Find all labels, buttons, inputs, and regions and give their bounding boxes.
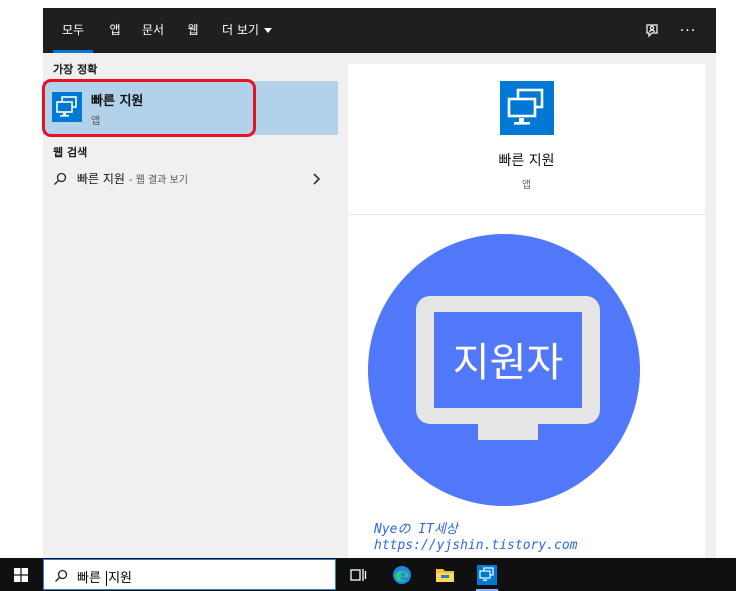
- best-match-heading: 가장 정확: [53, 63, 98, 76]
- tab-more-label: 더 보기: [222, 23, 259, 37]
- highlight-annotation: [42, 79, 256, 137]
- watermark-url: https://yjshin.tistory.com: [374, 538, 578, 553]
- edge-icon[interactable]: [385, 558, 419, 591]
- quick-assist-large-icon: [500, 81, 554, 135]
- tab-more[interactable]: 더 보기: [217, 8, 277, 53]
- web-search-result[interactable]: 빠른 지원 - 웹 결과 보기: [43, 167, 338, 191]
- file-explorer-icon[interactable]: [428, 558, 462, 591]
- tab-documents[interactable]: 문서: [138, 8, 168, 53]
- tab-all[interactable]: 모두: [53, 8, 93, 53]
- search-value-part1: 빠른: [77, 571, 106, 586]
- search-icon: [53, 171, 67, 190]
- chevron-down-icon: [263, 28, 272, 33]
- web-search-heading: 웹 검색: [53, 146, 88, 159]
- results-pane: 가장 정확 빠른 지원 앱 웹 검색 빠른 지원 - 웹 결과 보기: [42, 53, 338, 558]
- web-search-hint: - 웹 결과 보기: [128, 175, 188, 186]
- hero-text: 지원자: [453, 340, 563, 386]
- text-cursor: [106, 571, 108, 586]
- windows-start-icon[interactable]: [4, 558, 38, 591]
- taskbar: 빠른 지원: [0, 558, 736, 591]
- detail-subtitle: 앱: [521, 180, 532, 191]
- detail-title: 빠른 지원: [498, 153, 555, 169]
- tab-apps[interactable]: 앱: [104, 8, 126, 53]
- watermark-title: Nyeの IT세상: [374, 522, 458, 537]
- detail-pane: 빠른 지원 앱 지원자 Nyeの IT세상 https://yjshin.tis…: [348, 64, 705, 558]
- feedback-icon[interactable]: [637, 8, 667, 53]
- monitor-stand: [478, 424, 538, 440]
- more-options-icon[interactable]: ···: [673, 8, 703, 53]
- search-icon: [54, 568, 68, 587]
- web-search-text: 빠른 지원 - 웹 결과 보기: [77, 170, 188, 187]
- hero-illustration: 지원자: [368, 234, 640, 506]
- search-value-part2: 지원: [108, 571, 132, 586]
- chevron-right-icon[interactable]: [311, 171, 321, 190]
- tab-web[interactable]: 웹: [182, 8, 204, 53]
- quick-assist-taskbar-icon[interactable]: [470, 558, 504, 591]
- tab-all-label: 모두: [61, 23, 85, 37]
- tab-apps-label: 앱: [109, 23, 121, 37]
- divider: [348, 214, 705, 215]
- search-value: 빠른 지원: [77, 567, 132, 586]
- taskbar-search-input[interactable]: 빠른 지원: [43, 559, 336, 590]
- web-search-query: 빠른 지원: [77, 172, 125, 186]
- task-view-icon[interactable]: [341, 558, 375, 591]
- tab-documents-label: 문서: [141, 23, 165, 37]
- search-filter-bar: 모두 앱 문서 웹 더 보기 ···: [43, 8, 716, 53]
- tab-web-label: 웹: [187, 23, 199, 37]
